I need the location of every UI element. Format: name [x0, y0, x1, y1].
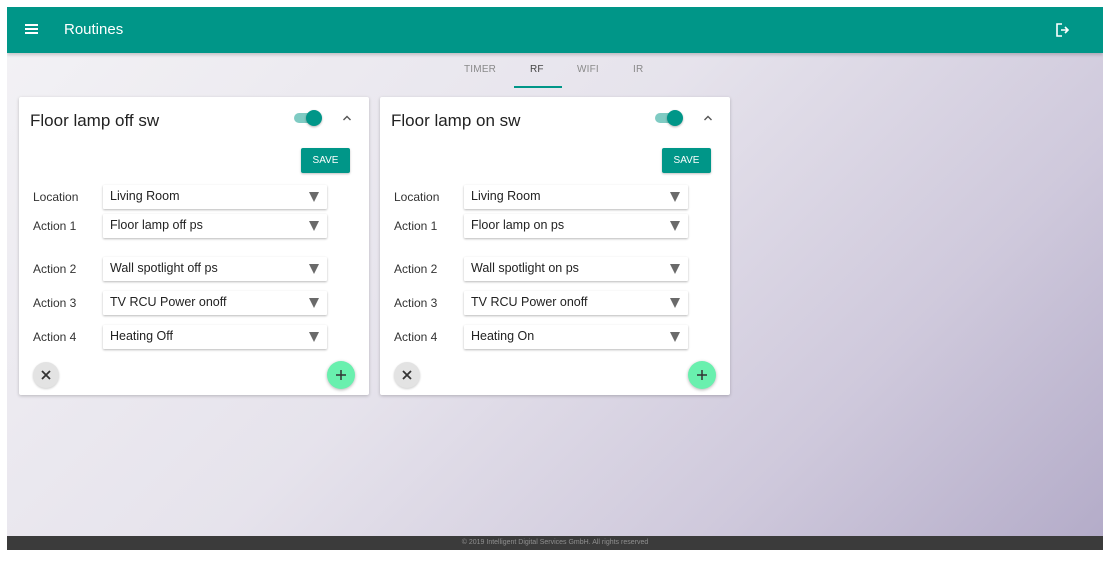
close-icon [402, 370, 412, 380]
field-label: Location [33, 190, 79, 204]
select-value: Wall spotlight off ps [110, 261, 218, 275]
select-value: TV RCU Power onoff [110, 295, 227, 309]
delete-routine-button[interactable] [394, 362, 420, 388]
action-3-select[interactable]: TV RCU Power onoff [103, 291, 327, 315]
tab-wifi[interactable]: WIFI [577, 64, 599, 75]
routine-title: Floor lamp off sw [30, 111, 160, 130]
select-value: Floor lamp on ps [471, 218, 565, 232]
field-label: Action 2 [394, 262, 438, 276]
routine-enabled-toggle[interactable] [655, 110, 683, 126]
delete-routine-button[interactable] [33, 362, 59, 388]
close-icon [41, 370, 51, 380]
select-value: TV RCU Power onoff [471, 295, 588, 309]
dropdown-arrow-icon [670, 221, 680, 231]
location-select[interactable]: Living Room [103, 185, 327, 209]
field-label: Action 1 [33, 219, 77, 233]
field-label: Action 1 [394, 219, 438, 233]
select-value: Floor lamp off ps [110, 218, 203, 232]
tab-ir[interactable]: IR [633, 64, 643, 75]
save-button[interactable]: SAVE [662, 148, 711, 173]
add-action-button[interactable] [688, 361, 716, 389]
chevron-up-icon[interactable] [702, 111, 714, 123]
action-2-select[interactable]: Wall spotlight off ps [103, 257, 327, 281]
app-window: Routines TIMER RF WIFI IR Floor lamp off… [7, 7, 1103, 550]
save-button[interactable]: SAVE [301, 148, 350, 173]
select-value: Wall spotlight on ps [471, 261, 579, 275]
page-title: Routines [64, 21, 124, 38]
routine-enabled-toggle[interactable] [294, 110, 322, 126]
select-value: Living Room [471, 189, 541, 203]
dropdown-arrow-icon [309, 332, 319, 342]
dropdown-arrow-icon [670, 192, 680, 202]
field-label: Action 4 [394, 330, 438, 344]
location-select[interactable]: Living Room [464, 185, 688, 209]
tab-rf[interactable]: RF [530, 64, 544, 75]
chevron-up-icon[interactable] [341, 111, 353, 123]
add-action-button[interactable] [327, 361, 355, 389]
menu-icon[interactable] [25, 22, 39, 36]
dropdown-arrow-icon [309, 221, 319, 231]
action-1-select[interactable]: Floor lamp on ps [464, 214, 688, 238]
active-tab-indicator [514, 86, 562, 88]
logout-icon[interactable] [1053, 21, 1071, 39]
dropdown-arrow-icon [670, 264, 680, 274]
dropdown-arrow-icon [309, 264, 319, 274]
app-bar: Routines [7, 7, 1103, 53]
plus-icon [336, 370, 346, 380]
dropdown-arrow-icon [309, 298, 319, 308]
footer: © 2019 Intelligent Digital Services GmbH… [7, 536, 1103, 550]
action-4-select[interactable]: Heating Off [103, 325, 327, 349]
action-4-select[interactable]: Heating On [464, 325, 688, 349]
field-label: Location [394, 190, 440, 204]
field-label: Action 3 [33, 296, 77, 310]
routine-title: Floor lamp on sw [391, 111, 521, 130]
action-2-select[interactable]: Wall spotlight on ps [464, 257, 688, 281]
dropdown-arrow-icon [670, 332, 680, 342]
action-3-select[interactable]: TV RCU Power onoff [464, 291, 688, 315]
tab-bar: TIMER RF WIFI IR [7, 62, 1103, 90]
dropdown-arrow-icon [670, 298, 680, 308]
field-label: Action 2 [33, 262, 77, 276]
routine-card: Floor lamp off sw SAVE Location Living R… [19, 97, 369, 395]
plus-icon [697, 370, 707, 380]
tab-timer[interactable]: TIMER [464, 64, 496, 75]
dropdown-arrow-icon [309, 192, 319, 202]
select-value: Heating Off [110, 329, 174, 343]
action-1-select[interactable]: Floor lamp off ps [103, 214, 327, 238]
select-value: Living Room [110, 189, 180, 203]
field-label: Action 4 [33, 330, 77, 344]
select-value: Heating On [471, 329, 535, 343]
routine-card: Floor lamp on sw SAVE Location Living Ro… [380, 97, 730, 395]
field-label: Action 3 [394, 296, 438, 310]
